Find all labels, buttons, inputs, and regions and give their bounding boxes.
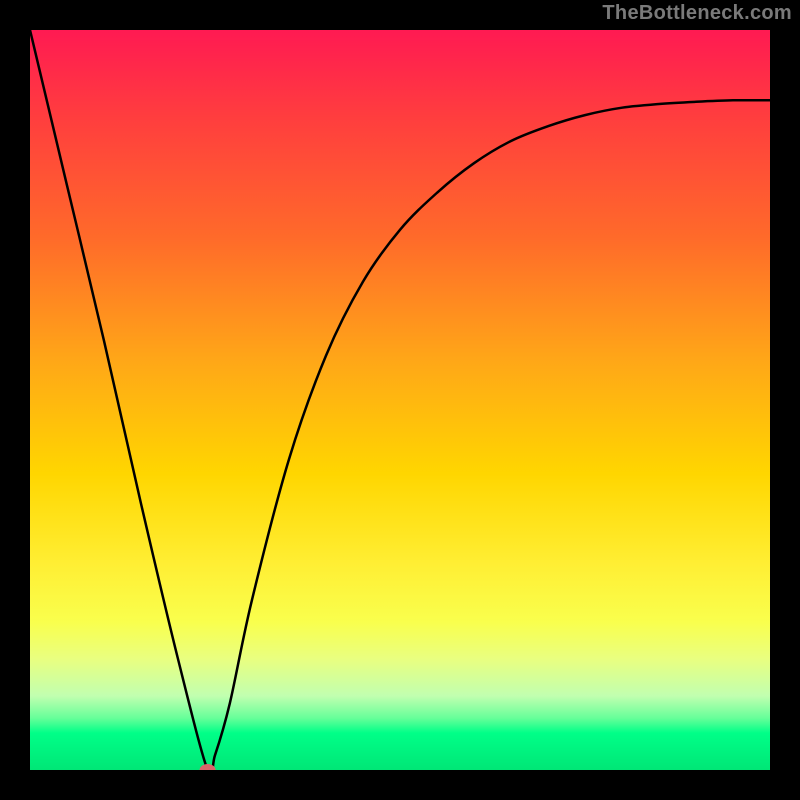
watermark-text[interactable]: TheBottleneck.com [602, 2, 792, 24]
bottleneck-curve [30, 30, 770, 770]
chart-frame: TheBottleneck.com [0, 0, 800, 800]
chart-svg [30, 30, 770, 770]
watermark-link[interactable]: TheBottleneck.com [602, 2, 792, 25]
